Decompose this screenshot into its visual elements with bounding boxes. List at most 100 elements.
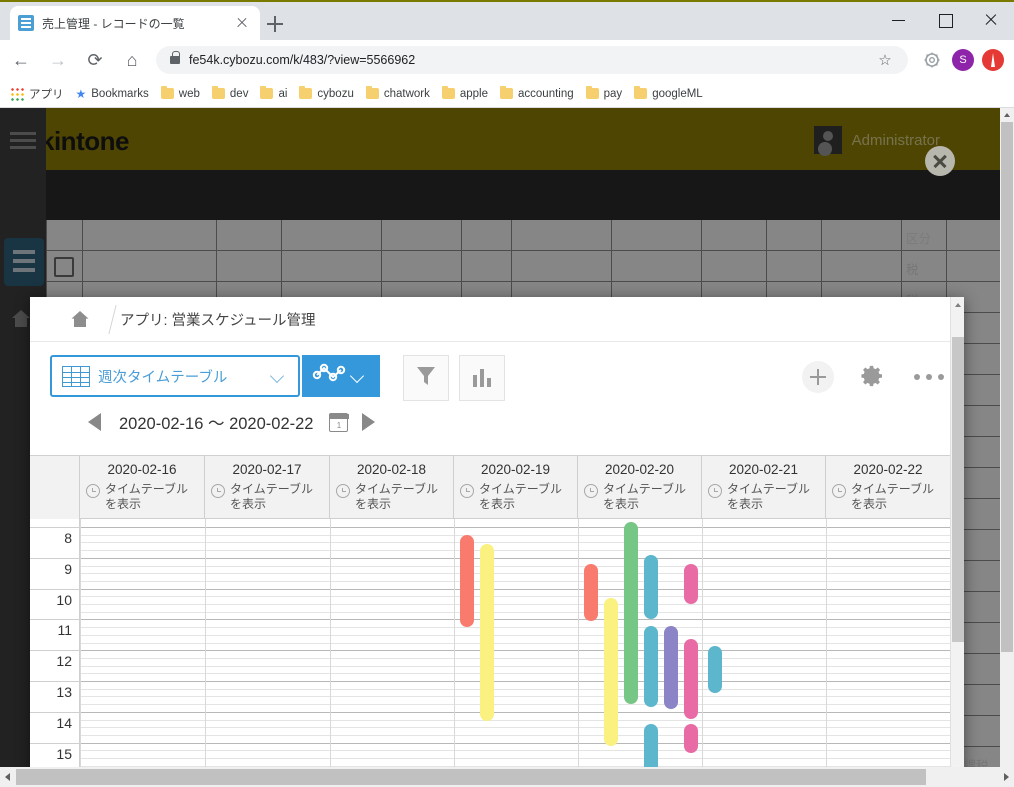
new-tab-button[interactable] [262, 11, 288, 37]
bookmark-pay[interactable]: pay [585, 86, 622, 100]
timetable-header-time-corner [30, 456, 80, 519]
bookmark-cybozu[interactable]: cybozu [299, 86, 354, 100]
forward-button[interactable]: → [42, 44, 74, 76]
timetable-event-bar[interactable] [644, 554, 658, 620]
folder-icon [441, 86, 455, 99]
filter-button[interactable] [403, 355, 449, 401]
bookmark-web[interactable]: web [160, 86, 200, 100]
bookmark-accounting[interactable]: accounting [500, 86, 574, 100]
timetable-event-bar[interactable] [684, 563, 698, 604]
timetable-date-label: 2020-02-16 [107, 462, 177, 477]
quarter-gridline [80, 758, 950, 759]
hour-separator [30, 619, 80, 621]
breadcrumb-separator [90, 297, 120, 342]
scroll-up-arrow-icon[interactable] [1000, 108, 1014, 122]
view-selector[interactable]: 週次タイムテーブル [50, 355, 300, 397]
timetable-event-bar[interactable] [604, 597, 618, 746]
timetable-event-bar[interactable] [584, 563, 598, 621]
quarter-gridline [80, 565, 950, 567]
page-horizontal-scrollbar[interactable] [0, 767, 1014, 787]
quarter-gridline [80, 550, 950, 552]
hour-gridline [80, 742, 950, 744]
show-timetable-link[interactable]: タイムテーブルを表示 [80, 482, 204, 512]
browser-titlebar: 売上管理 - レコードの一覧 [0, 0, 1014, 40]
show-timetable-link[interactable]: タイムテーブルを表示 [826, 482, 950, 512]
chart-button[interactable] [459, 355, 505, 401]
row-edit-icon[interactable] [54, 257, 74, 277]
bg-column-header: 区分 [906, 232, 932, 246]
quarter-gridline [80, 750, 950, 752]
bookmark-ai[interactable]: ai [260, 86, 287, 100]
kintone-user-menu[interactable]: Administrator [813, 126, 940, 154]
scroll-right-arrow-icon[interactable] [998, 767, 1014, 787]
timetable-event-bar[interactable] [624, 522, 638, 705]
show-timetable-link[interactable]: タイムテーブルを表示 [205, 482, 329, 512]
quarter-gridline [80, 665, 950, 667]
bookmark-star-icon[interactable]: ☆ [872, 47, 898, 73]
home-icon[interactable] [70, 309, 90, 329]
modal-scroll-up-arrow-icon[interactable] [951, 297, 964, 313]
timetable-event-bar[interactable] [664, 625, 678, 709]
tab-close-icon[interactable] [232, 13, 252, 33]
folder-icon [299, 86, 313, 99]
bookmark-chatwork[interactable]: chatwork [365, 86, 430, 100]
window-minimize-button[interactable] [876, 0, 922, 40]
page-vertical-scrollbar[interactable] [1000, 108, 1014, 787]
bookmark-apps[interactable]: アプリ [10, 86, 64, 102]
profile-avatar[interactable]: S [952, 49, 974, 71]
timetable-event-bar[interactable] [480, 543, 494, 722]
reload-button[interactable]: ⟳ [79, 44, 111, 76]
calendar-icon[interactable]: 1 [328, 412, 350, 432]
bookmark-dev[interactable]: dev [211, 86, 248, 100]
hscroll-thumb[interactable] [16, 769, 926, 785]
timetable-event-bar[interactable] [460, 534, 474, 628]
date-range-label: 2020-02-16 ～ 2020-02-22 [119, 415, 314, 433]
bookmark-googleml[interactable]: googleML [634, 86, 703, 100]
sidebar-menu-icon[interactable] [10, 132, 36, 152]
clock-icon [86, 484, 100, 498]
scroll-left-arrow-icon[interactable] [0, 767, 16, 787]
timetable-event-bar[interactable] [684, 724, 698, 754]
show-timetable-link[interactable]: タイムテーブルを表示 [578, 482, 701, 512]
hour-separator [30, 527, 80, 528]
timetable-event-bar[interactable] [708, 645, 722, 694]
address-bar[interactable]: fe54k.cybozu.com/k/483/?view=5566962 ☆ [156, 46, 908, 74]
browser-tab[interactable]: 売上管理 - レコードの一覧 [10, 6, 260, 40]
timetable-body[interactable]: 891011121314151617 [30, 519, 950, 787]
modal-vertical-scrollbar[interactable] [950, 297, 964, 787]
bg-cell-tax: 税 [906, 263, 919, 277]
show-timetable-link[interactable]: タイムテーブルを表示 [702, 482, 825, 512]
show-timetable-label: タイムテーブルを表示 [727, 482, 811, 511]
window-maximize-button[interactable] [922, 0, 968, 40]
view-selector-label: 週次タイムテーブル [98, 369, 228, 386]
graph-view-button[interactable] [302, 355, 380, 397]
timetable-event-bar[interactable] [684, 639, 698, 720]
more-options-button[interactable] [914, 373, 944, 381]
back-button[interactable]: ← [5, 44, 37, 76]
show-timetable-link[interactable]: タイムテーブルを表示 [330, 482, 453, 512]
bar-chart-icon [472, 369, 492, 387]
page-scroll-thumb[interactable] [1001, 122, 1013, 652]
next-week-button[interactable] [362, 413, 376, 431]
browser-menu-icon[interactable] [982, 49, 1004, 71]
show-timetable-label: タイムテーブルを表示 [105, 482, 189, 511]
timetable-header-day: 2020-02-21 タイムテーブルを表示 [702, 456, 826, 519]
add-record-button[interactable] [802, 361, 834, 393]
ellipsis-icon [914, 374, 920, 380]
user-avatar-icon [813, 126, 842, 154]
bookmark-bookmarks[interactable]: ★ Bookmarks [76, 87, 149, 101]
sidebar-apps-icon[interactable] [4, 238, 44, 286]
quarter-gridline [80, 657, 950, 659]
overlay-close-button[interactable] [925, 146, 955, 176]
modal-scroll-thumb[interactable] [952, 337, 964, 642]
timetable-event-bar[interactable] [644, 625, 658, 708]
quarter-gridline [80, 627, 950, 629]
bookmark-label: googleML [652, 87, 703, 100]
window-close-button[interactable] [968, 0, 1014, 40]
prev-week-button[interactable] [88, 413, 101, 431]
home-button[interactable]: ⌂ [116, 44, 148, 76]
show-timetable-link[interactable]: タイムテーブルを表示 [454, 482, 577, 512]
extension-icon[interactable] [920, 48, 944, 72]
bookmark-apple[interactable]: apple [441, 86, 488, 100]
settings-button[interactable] [860, 363, 886, 389]
